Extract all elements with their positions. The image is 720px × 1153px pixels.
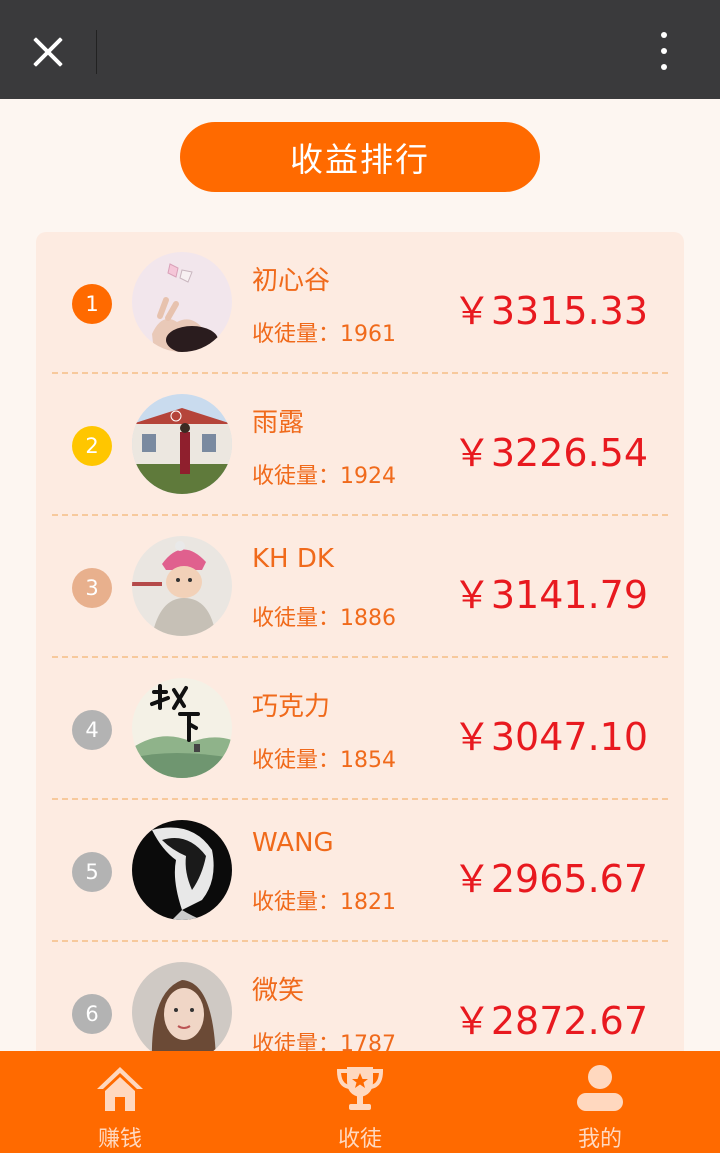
list-item[interactable]: 1 初心谷 收徒量：1961 ￥3315.33 [36,232,684,374]
user-name: 巧克力 [252,692,331,722]
user-icon [577,1065,623,1111]
list-item[interactable]: 2 雨露 收徒量：1924 ￥3226.54 [36,374,684,516]
avatar [132,962,232,1062]
top-bar [0,0,720,99]
rank-badge: 3 [72,568,112,608]
rank-badge: 5 [72,852,112,892]
avatar [132,820,232,920]
disciple-count: 收徒量：1854 [252,748,396,773]
disciple-count: 收徒量：1821 [252,890,396,915]
disciple-count: 收徒量：1924 [252,464,396,489]
tab-label: 收徒 [337,1127,382,1152]
ranking-list: 1 初心谷 收徒量：1961 ￥3315.33 2 雨露 收徒量：1924 ￥3… [36,232,684,1132]
close-icon[interactable] [22,26,74,78]
tab-mine[interactable]: 我的 [540,1051,660,1153]
rank-badge: 6 [72,994,112,1034]
list-item[interactable]: 5 WANG 收徒量：1821 ￥2965.67 [36,800,684,942]
tab-label: 赚钱 [97,1127,142,1152]
earnings-amount: ￥3141.79 [452,573,648,617]
avatar [132,394,232,494]
trophy-icon [336,1067,384,1110]
divider [96,30,97,74]
bottom-tab-bar: 赚钱 收徒 我的 [0,1051,720,1153]
earnings-amount: ￥3226.54 [452,431,648,475]
avatar [132,678,232,778]
disciple-count: 收徒量：1961 [252,322,396,347]
user-name: 微笑 [252,976,305,1006]
earnings-amount: ￥3047.10 [452,715,648,759]
earnings-amount: ￥2872.67 [452,999,648,1043]
tab-label: 我的 [577,1127,622,1152]
user-name: KH DK [252,544,334,574]
earnings-amount: ￥3315.33 [452,289,648,333]
rank-badge: 1 [72,284,112,324]
list-item[interactable]: 3 KH DK 收徒量：1886 ￥3141.79 [36,516,684,658]
avatar [132,536,232,636]
tab-recruit[interactable]: 收徒 [300,1051,420,1153]
user-name: WANG [252,828,334,858]
earnings-amount: ￥2965.67 [452,857,648,901]
rank-badge: 2 [72,426,112,466]
user-name: 雨露 [252,408,305,438]
disciple-count: 收徒量：1886 [252,606,396,631]
tab-earn[interactable]: 赚钱 [60,1051,180,1153]
user-name: 初心谷 [252,266,331,296]
list-item[interactable]: 4 巧克力 收徒量：1854 ￥3047.10 [36,658,684,800]
home-icon [97,1067,143,1111]
page-title-button[interactable]: 收益排行 [180,122,540,192]
more-vertical-icon[interactable] [648,28,680,74]
rank-badge: 4 [72,710,112,750]
avatar [132,252,232,352]
